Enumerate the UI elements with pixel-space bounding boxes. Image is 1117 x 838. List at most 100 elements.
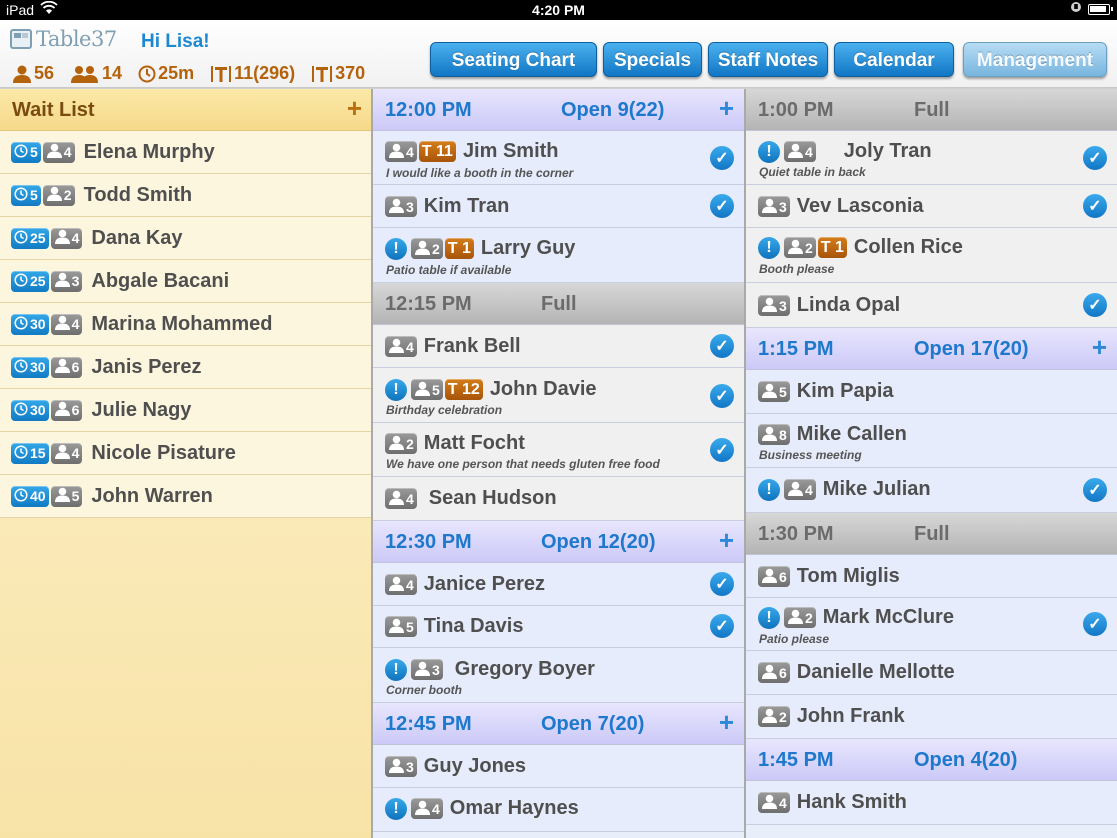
reservation-row[interactable]: ! 2 T 1 Collen Rice Booth please [746, 228, 1117, 283]
reservation-row[interactable]: ! 3 Gregory Boyer Corner booth [373, 648, 744, 703]
reservation-row[interactable]: 6 Tom Miglis [746, 555, 1117, 598]
person-icon [761, 198, 778, 216]
party-size: 4 [779, 794, 787, 811]
check-icon[interactable]: ✓ [710, 146, 734, 170]
slot-status: Full [541, 293, 577, 315]
reservation-main: ! 2 T 1 Collen Rice [758, 236, 963, 259]
reservation-row[interactable]: 4 Sean Hudson [373, 477, 744, 521]
guest-name: Todd Smith [83, 183, 193, 206]
person-icon [54, 487, 71, 505]
party-size-badge: 8 [758, 424, 790, 445]
status-clock: 4:20 PM [532, 2, 585, 18]
party-size-badge: 4 [385, 336, 417, 357]
reservation-row[interactable]: 5 Kim Papia [746, 370, 1117, 414]
app-header: Table37 Hi Lisa! 56 14 25m 11(296) 370 S… [0, 20, 1117, 88]
reservation-row[interactable]: 3 Vev Lasconia ✓ [746, 185, 1117, 228]
reservation-main: ! 4 Omar Haynes [385, 797, 579, 820]
check-icon[interactable]: ✓ [1083, 293, 1107, 317]
reservation-row[interactable]: 3 Kim Tran ✓ [373, 185, 744, 228]
reservation-row[interactable]: 3 Guy Jones [373, 745, 744, 788]
check-icon[interactable]: ✓ [710, 614, 734, 638]
reservation-row[interactable]: ! 5 T 12 John Davie Birthday celebration… [373, 368, 744, 423]
wait-minutes: 5 [30, 187, 38, 203]
clock-icon [14, 358, 28, 376]
add-reservation-button[interactable]: + [1092, 332, 1107, 362]
time-slot-header[interactable]: 12:30 PM Open 12(20) + [373, 521, 744, 563]
check-icon[interactable]: ✓ [710, 334, 734, 358]
reservation-row[interactable]: 4 Frank Bell ✓ [373, 325, 744, 368]
reservation-main: 4 T 11 Jim Smith [385, 140, 559, 163]
reservation-row[interactable]: 2 Matt Focht We have one person that nee… [373, 423, 744, 477]
person-icon [54, 229, 71, 247]
wait-time-badge: 5 [11, 141, 41, 163]
reservation-row[interactable]: 4 Hank Smith [746, 781, 1117, 825]
check-icon[interactable]: ✓ [1083, 146, 1107, 170]
add-waitlist-button[interactable]: + [347, 93, 362, 123]
person-icon [54, 401, 71, 419]
reservation-row[interactable]: 8 Mike Callen Business meeting [746, 414, 1117, 468]
reservation-row[interactable]: 3 Linda Opal ✓ [746, 283, 1117, 328]
add-reservation-button[interactable]: + [719, 93, 734, 123]
app-logo[interactable]: Table37 [10, 26, 117, 52]
party-size-badge: 3 [385, 756, 417, 777]
table-badge: T 1 [444, 238, 474, 259]
stat-covers: 370 [311, 63, 365, 84]
add-reservation-button[interactable]: + [719, 525, 734, 555]
alert-icon: ! [758, 478, 780, 501]
party-size: 4 [432, 800, 440, 817]
calendar-button[interactable]: Calendar [834, 42, 954, 77]
reservation-row[interactable]: ! 4 Mike Julian ✓ [746, 468, 1117, 513]
check-icon[interactable]: ✓ [1083, 478, 1107, 502]
party-size: 5 [71, 488, 80, 504]
waitlist-item[interactable]: 5 2 Todd Smith [0, 174, 372, 217]
reservation-row[interactable]: 6 Danielle Mellotte [746, 651, 1117, 695]
reservation-row[interactable]: 5 Tina Davis ✓ [373, 606, 744, 648]
time-slot-header[interactable]: 12:15 PM Full [373, 283, 744, 325]
management-button[interactable]: Management [963, 42, 1107, 77]
staff-notes-button[interactable]: Staff Notes [708, 42, 828, 77]
clock-icon [14, 186, 28, 204]
waitlist-item[interactable]: 15 4 Nicole Pisature [0, 432, 372, 475]
reservation-note: Corner booth [386, 683, 462, 697]
person-icon [761, 664, 778, 682]
waitlist-item[interactable]: 40 5 John Warren [0, 475, 372, 518]
status-bar: iPad 4:20 PM [0, 0, 1117, 20]
check-icon[interactable]: ✓ [710, 194, 734, 218]
check-icon[interactable]: ✓ [710, 384, 734, 408]
specials-button[interactable]: Specials [603, 42, 702, 77]
party-size: 2 [432, 240, 440, 257]
time-slot-header[interactable]: 1:30 PM Full [746, 513, 1117, 555]
waitlist-item[interactable]: 30 6 Janis Perez [0, 346, 372, 389]
reservation-row[interactable]: ! 4 Omar Haynes [373, 788, 744, 832]
check-icon[interactable]: ✓ [1083, 612, 1107, 636]
time-slot-header[interactable]: 1:15 PM Open 17(20) + [746, 328, 1117, 370]
time-slot-header[interactable]: 1:00 PM Full [746, 89, 1117, 131]
reservation-main: 2 John Frank [758, 705, 905, 728]
party-size-badge: 6 [50, 399, 83, 421]
waitlist-item[interactable]: 30 6 Julie Nagy [0, 389, 372, 432]
waitlist-item[interactable]: 25 4 Dana Kay [0, 217, 372, 260]
waitlist-item[interactable]: 25 3 Abgale Bacani [0, 260, 372, 303]
reservation-row[interactable]: ! 4 Joly Tran Quiet table in back ✓ [746, 131, 1117, 185]
waitlist-item[interactable]: 30 4 Marina Mohammed [0, 303, 372, 346]
reservation-row[interactable]: ! 2 T 1 Larry Guy Patio table if availab… [373, 228, 744, 283]
wait-minutes: 15 [30, 445, 46, 461]
reservation-row[interactable]: 2 John Frank [746, 695, 1117, 739]
reservation-row[interactable]: 4 Janice Perez ✓ [373, 563, 744, 606]
guest-name: Marina Mohammed [91, 312, 273, 335]
reservation-row[interactable]: ! 2 Mark McClure Patio please ✓ [746, 598, 1117, 651]
time-slot-header[interactable]: 12:00 PM Open 9(22) + [373, 89, 744, 131]
waitlist-item[interactable]: 5 4 Elena Murphy [0, 131, 372, 174]
time-slot-header[interactable]: 1:45 PM Open 4(20) [746, 739, 1117, 781]
reservation-row[interactable]: 4 T 11 Jim Smith I would like a booth in… [373, 131, 744, 185]
time-slot-header[interactable]: 12:45 PM Open 7(20) + [373, 703, 744, 745]
check-icon[interactable]: ✓ [1083, 194, 1107, 218]
party-size-badge: 4 [411, 798, 443, 819]
wait-minutes: 25 [30, 273, 46, 289]
add-reservation-button[interactable]: + [719, 707, 734, 737]
guest-name: John Davie [489, 378, 597, 400]
check-icon[interactable]: ✓ [710, 438, 734, 462]
check-icon[interactable]: ✓ [710, 572, 734, 596]
person-icon [787, 239, 804, 257]
seating-chart-button[interactable]: Seating Chart [430, 42, 597, 77]
